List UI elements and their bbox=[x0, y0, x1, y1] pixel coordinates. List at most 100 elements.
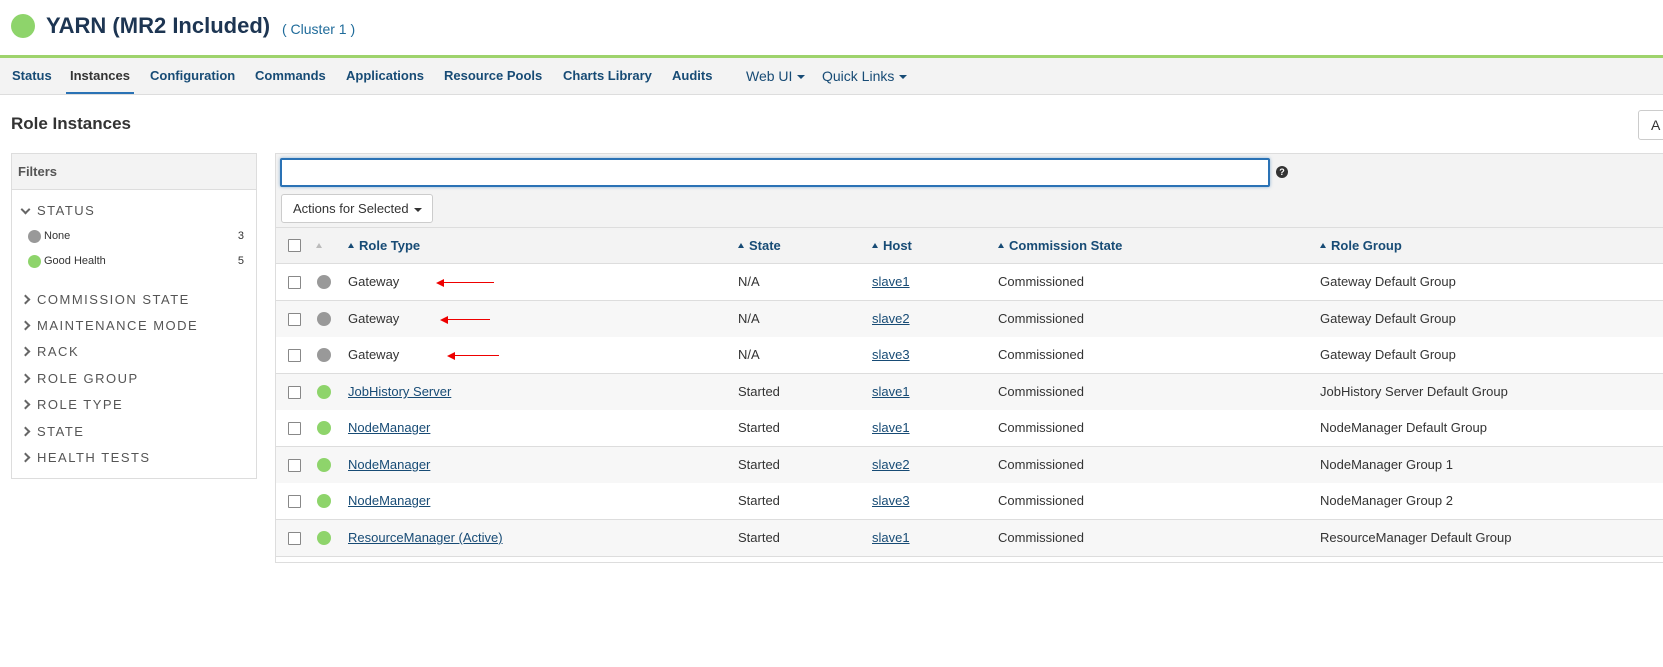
column-label: State bbox=[749, 238, 781, 253]
chevron-right-icon bbox=[20, 399, 31, 410]
table-row[interactable]: Gateway N/A slave1 Commissioned Gateway Defa… bbox=[276, 264, 1663, 301]
filter-section-commission-state[interactable]: COMMISSION STATE bbox=[20, 292, 190, 307]
filter-option-good-health[interactable]: Good Health 5 bbox=[28, 254, 244, 272]
health-none-icon bbox=[28, 230, 41, 243]
host-link[interactable]: slave1 bbox=[872, 420, 910, 435]
health-none-icon bbox=[317, 275, 331, 289]
commission-state-cell: Commissioned bbox=[998, 384, 1084, 399]
actions-for-selected-button[interactable]: Actions for Selected bbox=[281, 194, 433, 223]
chevron-right-icon bbox=[20, 373, 31, 384]
row-checkbox[interactable] bbox=[288, 313, 301, 326]
role-group-cell: NodeManager Group 2 bbox=[1320, 493, 1453, 508]
sort-icon bbox=[738, 243, 744, 248]
caret-down-icon bbox=[413, 207, 422, 212]
table-row[interactable]: NodeManager Started slave1 Commissioned Node… bbox=[276, 410, 1663, 447]
row-checkbox[interactable] bbox=[288, 276, 301, 289]
filter-section-status[interactable]: STATUS bbox=[20, 203, 95, 218]
host-link[interactable]: slave1 bbox=[872, 530, 910, 545]
filter-section-rack[interactable]: RACK bbox=[20, 344, 79, 359]
role-type-link[interactable]: NodeManager bbox=[348, 420, 430, 435]
column-state[interactable]: State bbox=[738, 238, 781, 253]
sort-icon bbox=[872, 243, 878, 248]
quick-links-menu-label: Quick Links bbox=[822, 68, 895, 84]
state-cell: N/A bbox=[738, 347, 760, 362]
sort-icon bbox=[1320, 243, 1326, 248]
tab-status[interactable]: Status bbox=[12, 58, 52, 94]
column-host[interactable]: Host bbox=[872, 238, 912, 253]
arrow-shaft bbox=[442, 282, 494, 283]
commission-state-cell: Commissioned bbox=[998, 347, 1084, 362]
tab-resource-pools[interactable]: Resource Pools bbox=[444, 58, 542, 94]
service-header: YARN (MR2 Included) ( Cluster 1 ) bbox=[0, 0, 1663, 58]
column-role-type[interactable]: Role Type bbox=[348, 238, 420, 253]
health-good-icon bbox=[317, 531, 331, 545]
add-role-instances-button[interactable]: A bbox=[1638, 110, 1663, 140]
filter-section-role-type[interactable]: ROLE TYPE bbox=[20, 397, 123, 412]
host-link[interactable]: slave1 bbox=[872, 384, 910, 399]
table-row[interactable]: Gateway N/A slave2 Commissioned Gateway Defa… bbox=[276, 301, 1663, 338]
search-input[interactable] bbox=[280, 158, 1270, 187]
column-commission-state[interactable]: Commission State bbox=[998, 238, 1122, 253]
table-row[interactable]: Gateway N/A slave3 Commissioned Gateway Defa… bbox=[276, 337, 1663, 374]
health-good-icon bbox=[317, 458, 331, 472]
filter-section-label: STATE bbox=[37, 424, 85, 439]
table-body: Gateway N/A slave1 Commissioned Gateway Defa… bbox=[276, 264, 1663, 564]
filter-section-health-tests[interactable]: HEALTH TESTS bbox=[20, 450, 151, 465]
help-icon[interactable]: ? bbox=[1276, 166, 1288, 178]
column-label: Host bbox=[883, 238, 912, 253]
tab-charts-library[interactable]: Charts Library bbox=[563, 58, 652, 94]
host-link[interactable]: slave1 bbox=[872, 274, 910, 289]
state-cell: Started bbox=[738, 530, 780, 545]
host-link[interactable]: slave2 bbox=[872, 457, 910, 472]
table-toolbar: ? Actions for Selected bbox=[276, 154, 1663, 228]
role-type-link[interactable]: NodeManager bbox=[348, 493, 430, 508]
filter-section-label: HEALTH TESTS bbox=[37, 450, 151, 465]
role-type-link[interactable]: ResourceManager (Active) bbox=[348, 530, 503, 545]
role-instances-table-panel: ? Actions for Selected Role Type State H… bbox=[275, 153, 1663, 563]
tab-instances[interactable]: Instances bbox=[66, 58, 134, 94]
filter-option-none[interactable]: None 3 bbox=[28, 229, 244, 247]
host-link[interactable]: slave2 bbox=[872, 311, 910, 326]
row-checkbox[interactable] bbox=[288, 532, 301, 545]
chevron-right-icon bbox=[20, 452, 31, 463]
arrow-shaft bbox=[446, 319, 490, 320]
tab-audits[interactable]: Audits bbox=[672, 58, 712, 94]
role-type-link[interactable]: JobHistory Server bbox=[348, 384, 451, 399]
health-sort-icon[interactable] bbox=[316, 238, 327, 253]
table-row[interactable]: ResourceManager (Active) Started slave1 Com… bbox=[276, 520, 1663, 557]
annotation-arrow-icon bbox=[436, 279, 494, 287]
filter-section-maintenance-mode[interactable]: MAINTENANCE MODE bbox=[20, 318, 198, 333]
row-checkbox[interactable] bbox=[288, 495, 301, 508]
health-good-icon bbox=[317, 385, 331, 399]
row-checkbox[interactable] bbox=[288, 459, 301, 472]
tab-applications[interactable]: Applications bbox=[346, 58, 424, 94]
annotation-arrow-icon bbox=[447, 352, 499, 360]
quick-links-menu[interactable]: Quick Links bbox=[822, 58, 908, 94]
row-checkbox[interactable] bbox=[288, 349, 301, 362]
row-checkbox[interactable] bbox=[288, 422, 301, 435]
select-all-checkbox[interactable] bbox=[288, 239, 301, 252]
cluster-link[interactable]: ( Cluster 1 ) bbox=[282, 21, 355, 37]
filter-section-state[interactable]: STATE bbox=[20, 424, 85, 439]
tab-commands[interactable]: Commands bbox=[255, 58, 326, 94]
filter-option-label: Good Health bbox=[44, 255, 106, 267]
table-row[interactable]: JobHistory Server Started slave1 Commission… bbox=[276, 374, 1663, 411]
role-group-cell: NodeManager Group 1 bbox=[1320, 457, 1453, 472]
host-link[interactable]: slave3 bbox=[872, 493, 910, 508]
tab-configuration[interactable]: Configuration bbox=[150, 58, 235, 94]
state-cell: Started bbox=[738, 384, 780, 399]
host-link[interactable]: slave3 bbox=[872, 347, 910, 362]
web-ui-menu[interactable]: Web UI bbox=[746, 58, 806, 94]
filter-section-role-group[interactable]: ROLE GROUP bbox=[20, 371, 139, 386]
column-role-group[interactable]: Role Group bbox=[1320, 238, 1402, 253]
role-type-link[interactable]: NodeManager bbox=[348, 457, 430, 472]
table-row[interactable]: NodeManager Started slave3 Commissioned Node… bbox=[276, 483, 1663, 520]
commission-state-cell: Commissioned bbox=[998, 530, 1084, 545]
commission-state-cell: Commissioned bbox=[998, 311, 1084, 326]
role-group-cell: NodeManager Default Group bbox=[1320, 420, 1487, 435]
row-checkbox[interactable] bbox=[288, 386, 301, 399]
arrow-head bbox=[447, 352, 455, 360]
table-row[interactable]: NodeManager Started slave2 Commissioned Node… bbox=[276, 447, 1663, 484]
filters-panel: Filters STATUS None 3 Good Health 5 COMM… bbox=[11, 153, 257, 479]
role-group-cell: ResourceManager Default Group bbox=[1320, 530, 1512, 545]
